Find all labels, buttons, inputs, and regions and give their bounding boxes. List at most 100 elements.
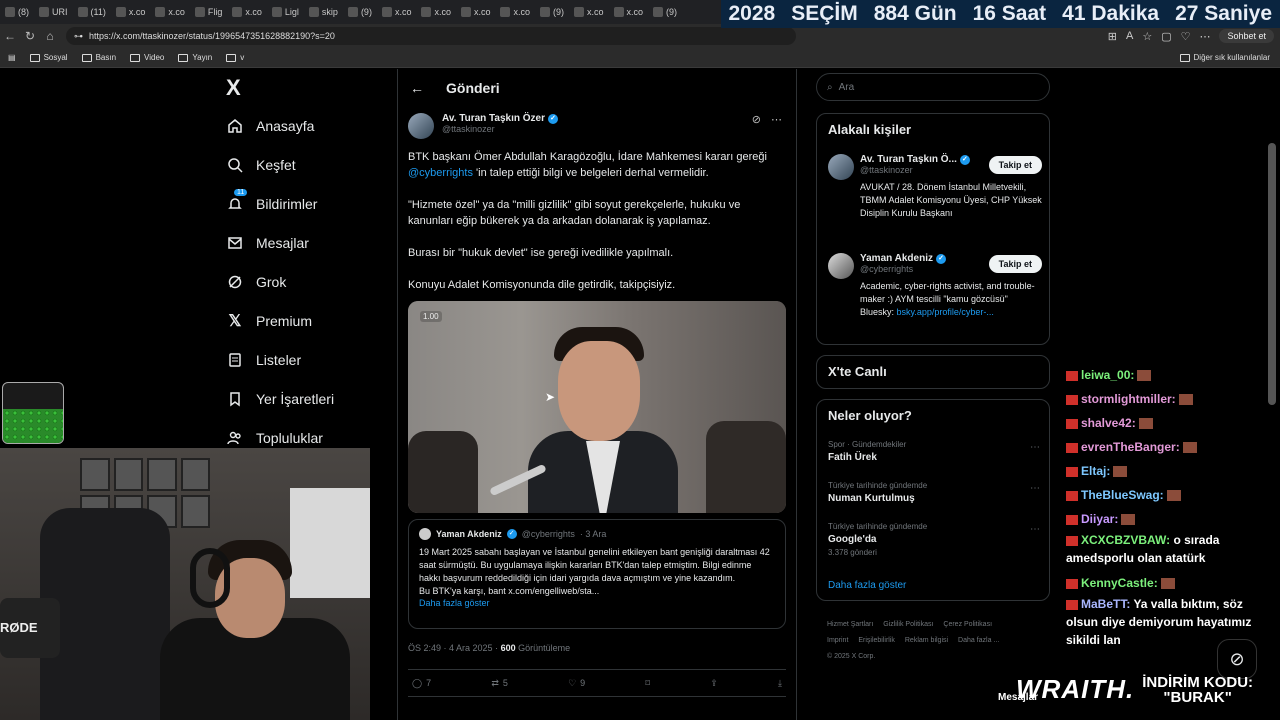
sidebar-item-explore[interactable]: Keşfet (226, 156, 296, 174)
browser-tab[interactable]: (9) (535, 0, 569, 24)
settings-more-icon[interactable]: ⋯ (1199, 30, 1210, 43)
copilot-button[interactable]: Sohbet et (1219, 29, 1274, 43)
promo-code: "BURAK" (1163, 688, 1232, 706)
related-person[interactable]: Av. Turan Taşkın Ö... ✓ @ttaskinozer AVUK… (828, 154, 1042, 244)
browser-tab[interactable]: Flig (190, 0, 228, 24)
bookmark-basin[interactable]: Basın (81, 53, 116, 62)
tab-label: x.co (245, 7, 262, 17)
browser-tab[interactable]: x.co (609, 0, 649, 24)
browser-tab[interactable]: Ligl (267, 0, 304, 24)
favorite-star-icon[interactable]: ☆ (1142, 30, 1152, 43)
browser-tab[interactable]: skip (304, 0, 343, 24)
extension-icon[interactable]: ⊞ (1108, 30, 1117, 43)
sidebar-item-home[interactable]: Anasayfa (226, 117, 314, 135)
follow-button[interactable]: Takip et (988, 156, 1042, 174)
browser-tab[interactable]: (9) (648, 0, 682, 24)
avatar[interactable] (828, 253, 854, 279)
trend-item[interactable]: Spor · Gündemdekiler Fatih Ürek ⋯ (828, 440, 1042, 463)
related-person[interactable]: Yaman Akdeniz ✓ @cyberrights Academic, cy… (828, 253, 1042, 333)
reply-button[interactable]: ◯ 7 (412, 678, 431, 689)
sidebar-item-notifications[interactable]: 11 Bildirimler (226, 189, 317, 213)
footer-link[interactable]: Hizmet Şartları (827, 621, 873, 628)
footer-link[interactable]: Reklam bilgisi (905, 637, 948, 644)
user-badge-icon (1066, 370, 1078, 381)
browser-tab[interactable]: x.co (150, 0, 190, 24)
footer-link[interactable]: Gizlilik Politikası (883, 621, 933, 628)
back-arrow-icon[interactable]: ← (410, 80, 424, 96)
more-options-icon[interactable]: ⋯ (1030, 483, 1040, 494)
browser-tab[interactable]: x.co (416, 0, 456, 24)
footer-link[interactable]: Çerez Politikası (943, 621, 992, 628)
bookmark-video[interactable]: Video (130, 53, 164, 62)
share-button[interactable]: ⇪ (710, 678, 718, 689)
browser-tab[interactable]: x.co (569, 0, 609, 24)
tab-label: (9) (360, 7, 372, 17)
sidebar-item-communities[interactable]: Topluluklar (226, 429, 323, 447)
avatar[interactable] (828, 154, 854, 180)
author-handle[interactable]: @ttaskinozer (442, 124, 558, 134)
search-input[interactable]: ⌕ Ara (816, 73, 1050, 101)
url-field[interactable]: ⊶ https://x.com/ttaskinozer/status/19965… (66, 27, 796, 45)
other-favorites[interactable]: Diğer sık kullanılanlar (1179, 53, 1280, 62)
sidebar-item-grok[interactable]: Grok (226, 273, 286, 291)
browser-tab[interactable]: x.co (456, 0, 496, 24)
grok-floating-button[interactable]: ⊘ (1217, 639, 1257, 679)
browser-tab[interactable]: URI (34, 0, 73, 24)
bookmark-menu-icon[interactable]: ▤ (8, 53, 16, 62)
browser-tab[interactable]: (8) (0, 0, 34, 24)
author-name[interactable]: Av. Turan Taşkın Özer (442, 113, 545, 124)
browser-tab[interactable]: x.co (495, 0, 535, 24)
favorites-icon[interactable]: ♡ (1181, 30, 1191, 43)
more-options-icon[interactable]: ⋯ (771, 113, 782, 126)
sidebar-item-bookmarks[interactable]: Yer İşaretleri (226, 390, 334, 408)
browser-tab[interactable]: (9) (343, 0, 377, 24)
mention-link[interactable]: @cyberrights (408, 167, 473, 179)
browser-tab[interactable]: x.co (377, 0, 417, 24)
more-options-icon[interactable]: ⋯ (1030, 442, 1040, 453)
person-name[interactable]: Av. Turan Taşkın Ö... (860, 154, 957, 165)
refresh-icon[interactable]: ↻ (20, 29, 40, 43)
post-paragraph: "Hizmete özel" ya da "milli gizlilik" gi… (408, 199, 741, 227)
split-screen-icon[interactable]: ▢ (1161, 30, 1171, 43)
bookmark-yayin[interactable]: Yayın (178, 53, 212, 62)
tab-label: x.co (626, 7, 644, 17)
sidebar-item-premium[interactable]: 𝕏 Premium (226, 312, 312, 330)
trend-item[interactable]: Türkiye tarihinde gündemde Google'da 3.3… (828, 522, 1042, 557)
browser-tab[interactable]: x.co (227, 0, 267, 24)
back-icon[interactable]: ← (0, 29, 20, 43)
bookmark-sosyal[interactable]: Sosyal (29, 53, 68, 62)
download-button[interactable]: ⤓ (778, 678, 782, 689)
x-logo[interactable]: X (226, 75, 241, 101)
video-person-face (558, 341, 640, 441)
bookmark-v[interactable]: v (226, 53, 244, 62)
trend-item[interactable]: Türkiye tarihinde gündemde Numan Kurtulm… (828, 481, 1042, 504)
home-icon[interactable]: ⌂ (40, 29, 60, 43)
like-button[interactable]: ♡ 9 (568, 678, 585, 689)
post-video[interactable]: 1.00 (408, 301, 786, 513)
read-aloud-icon[interactable]: A (1126, 30, 1133, 42)
mic-brand: RØDE (0, 620, 38, 635)
tab-label: (9) (666, 7, 678, 17)
footer-link[interactable]: Daha fazla ... (958, 637, 999, 644)
post-author[interactable]: Av. Turan Taşkın Özer ✓ @ttaskinozer (408, 113, 558, 139)
show-more-link[interactable]: Daha fazla göster (828, 580, 906, 591)
more-options-icon[interactable]: ⋯ (1030, 524, 1040, 535)
sidebar-item-lists[interactable]: Listeler (226, 351, 301, 369)
show-more-link[interactable]: Daha fazla göster (419, 598, 775, 608)
grok-icon[interactable]: ⊘ (752, 113, 761, 126)
bookmark-button[interactable]: ⌑ (645, 678, 650, 689)
browser-tab[interactable]: (11) (73, 0, 111, 24)
bio-link[interactable]: bsky.app/profile/cyber-... (897, 307, 994, 317)
quoted-post[interactable]: Yaman Akdeniz ✓ @cyberrights · 3 Ara 19 … (408, 519, 786, 629)
footer-link[interactable]: Erişilebilirlik (858, 637, 895, 644)
sidebar-item-messages[interactable]: Mesajlar (226, 234, 309, 252)
follow-button[interactable]: Takip et (988, 255, 1042, 273)
site-info-icon[interactable]: ⊶ (74, 31, 83, 42)
footer-link[interactable]: Imprint (827, 637, 848, 644)
post-time[interactable]: ÖS 2:49 · 4 Ara 2025 · (408, 643, 501, 653)
live-card[interactable]: X'te Canlı (816, 355, 1050, 389)
repost-button[interactable]: ⇄ 5 (491, 678, 508, 689)
browser-tab[interactable]: x.co (111, 0, 151, 24)
person-name[interactable]: Yaman Akdeniz (860, 253, 933, 264)
avatar[interactable] (408, 113, 434, 139)
